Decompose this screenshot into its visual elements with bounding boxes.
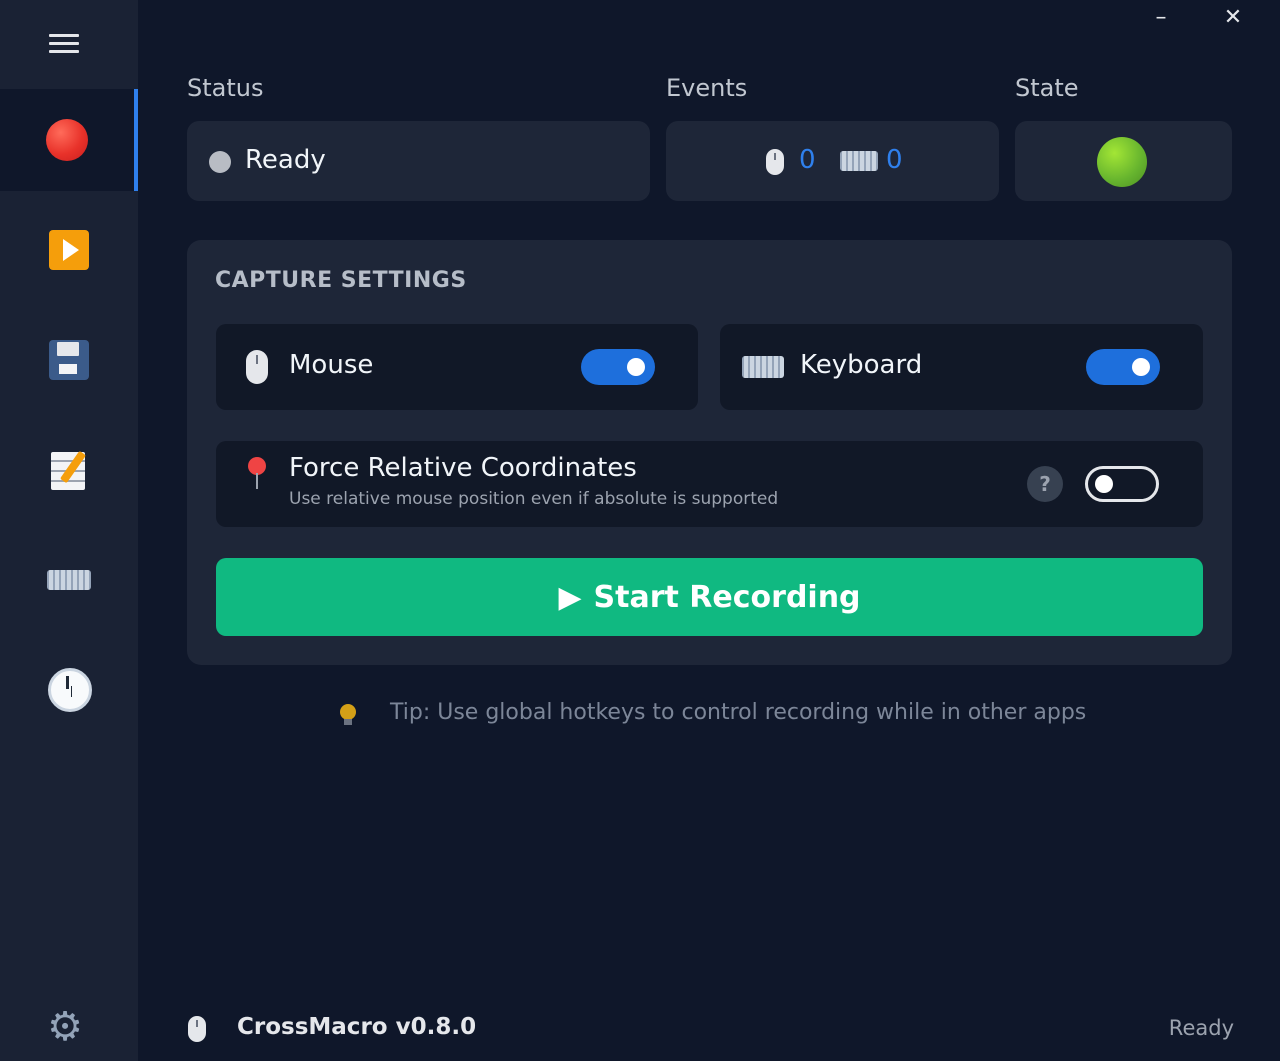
gear-icon[interactable]: ⚙ [44,1006,86,1048]
state-label: State [1015,74,1079,102]
close-button[interactable]: ✕ [1218,4,1248,32]
keyboard-icon [47,558,91,602]
sidebar-item-text-expansion[interactable] [0,529,138,631]
state-indicator-dot [1097,137,1147,187]
mouse-capture-card: Mouse [216,324,698,410]
force-relative-title: Force Relative Coordinates [289,453,637,483]
tip-text: Tip: Use global hotkeys to control recor… [390,700,1087,725]
capture-settings-title: CAPTURE SETTINGS [215,268,467,293]
mouse-icon [246,350,268,384]
keyboard-icon [840,151,878,171]
clock-icon [47,667,92,712]
keyboard-capture-card: Keyboard [720,324,1203,410]
events-card: 0 0 [666,121,999,201]
status-text: Ready [245,145,326,175]
mouse-capture-toggle[interactable] [581,349,655,385]
sidebar-item-files[interactable] [0,309,138,411]
play-icon [47,228,91,272]
app-version: CrossMacro v0.8.0 [237,1014,477,1040]
hamburger-menu-icon[interactable] [44,28,84,58]
memo-icon [47,448,91,492]
pin-icon [246,457,268,491]
force-relative-toggle[interactable] [1085,466,1159,502]
force-relative-card: Force Relative Coordinates Use relative … [216,441,1203,527]
sidebar-item-playback[interactable] [0,199,138,301]
mouse-icon [188,1016,206,1042]
status-label: Status [187,74,264,102]
keyboard-label: Keyboard [800,350,923,380]
mouse-icon [766,149,784,175]
footer-status: Ready [1168,1016,1234,1040]
mouse-event-count: 0 [799,145,816,175]
sidebar-item-schedule[interactable] [0,638,138,740]
keyboard-capture-toggle[interactable] [1086,349,1160,385]
force-relative-description: Use relative mouse position even if abso… [289,489,779,509]
play-icon: ▶ [558,579,582,615]
capture-settings-panel: CAPTURE SETTINGS Mouse Keyboard Force Re… [187,240,1232,665]
sidebar: ⚙ [0,0,138,1061]
state-card [1015,121,1232,201]
floppy-disk-icon [47,338,91,382]
keyboard-icon [742,356,784,378]
sidebar-item-record[interactable] [0,89,138,191]
minimize-button[interactable]: – [1146,4,1176,32]
sidebar-item-editor[interactable] [0,419,138,521]
lightbulb-icon [340,704,356,726]
status-indicator-dot [209,151,231,173]
mouse-label: Mouse [289,350,374,380]
start-recording-label: Start Recording [593,579,861,615]
start-recording-button[interactable]: ▶ Start Recording [216,558,1203,636]
status-card: Ready [187,121,650,201]
record-icon [45,118,89,162]
help-icon[interactable]: ? [1027,466,1063,502]
events-label: Events [666,74,748,102]
keyboard-event-count: 0 [886,145,903,175]
